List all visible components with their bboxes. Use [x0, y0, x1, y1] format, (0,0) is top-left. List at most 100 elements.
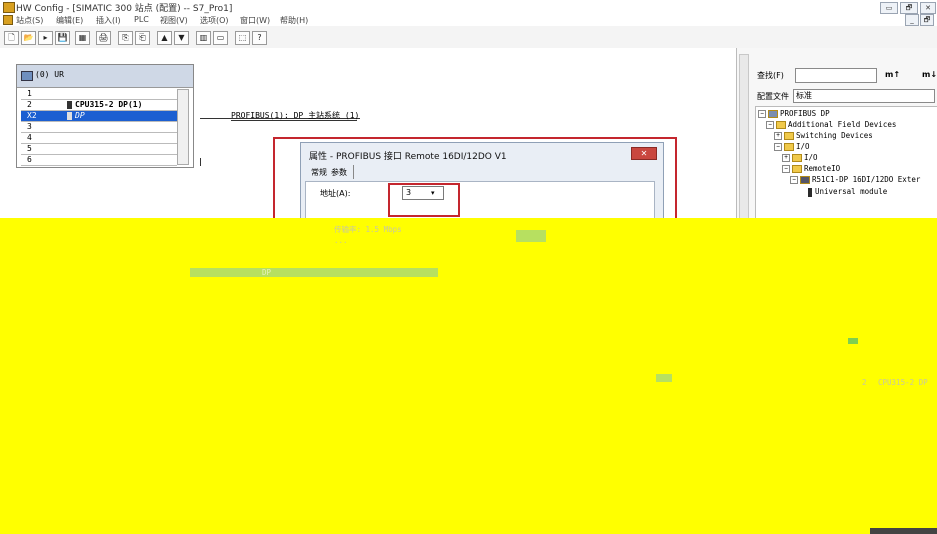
- rack-title: (0) UR: [35, 70, 64, 79]
- network-icon[interactable]: ▦: [75, 31, 90, 45]
- download-icon[interactable]: ▲: [157, 31, 172, 45]
- menu-plc[interactable]: PLC: [134, 15, 149, 24]
- help-icon[interactable]: ?: [252, 31, 267, 45]
- doc-icon: [3, 15, 13, 25]
- overlay-text: 传输率: 1.5 Mbps: [334, 225, 402, 234]
- copy-icon[interactable]: ⎘: [118, 31, 133, 45]
- upload-icon[interactable]: ▼: [174, 31, 189, 45]
- collapse-icon[interactable]: −: [766, 121, 774, 129]
- tree-node[interactable]: + Switching Devices: [774, 131, 873, 140]
- menu-station[interactable]: 站点(S): [16, 15, 43, 26]
- dp-module-icon: [67, 112, 72, 120]
- rack-scrollbar[interactable]: [177, 89, 189, 165]
- tree-node-label: I/O: [804, 153, 818, 162]
- tab-parameters[interactable]: 参数: [331, 167, 347, 178]
- menu-view[interactable]: 视图(V): [160, 15, 188, 26]
- menu-bar: 站点(S) 编辑(E) 插入(I) PLC 视图(V) 选项(O) 窗口(W) …: [0, 14, 937, 26]
- rack-icon[interactable]: ▥: [196, 31, 211, 45]
- menu-edit[interactable]: 编辑(E): [56, 15, 83, 26]
- station-scrollbar[interactable]: [739, 54, 749, 220]
- folder-icon: [784, 143, 794, 151]
- profibus-underline: [231, 120, 357, 121]
- overlay-arrow-icon: [848, 338, 858, 344]
- catalog-tree: − PROFIBUS DP − Additional Field Devices +…: [755, 106, 937, 220]
- doc-minimize-button[interactable]: _: [905, 14, 919, 26]
- menu-help[interactable]: 帮助(H): [280, 15, 308, 26]
- properties-dialog: 属性 - PROFIBUS 接口 Remote 16DI/12DO V1 ✕ 常…: [300, 142, 664, 221]
- doc-restore-button[interactable]: 🗗: [920, 14, 934, 26]
- slot-row[interactable]: 6: [21, 155, 177, 166]
- tree-node[interactable]: − RemoteIO: [782, 164, 840, 173]
- rack-header: (0) UR: [17, 65, 193, 88]
- menu-insert[interactable]: 插入(I): [96, 15, 121, 26]
- slot-number: X2: [27, 111, 37, 120]
- minimize-button[interactable]: ▭: [880, 2, 898, 14]
- corner-mark: [870, 528, 937, 534]
- menu-options[interactable]: 选项(O): [200, 15, 229, 26]
- tree-node-label: Universal module: [815, 187, 888, 196]
- find-next-button[interactable]: m↑: [885, 70, 900, 79]
- collapse-icon[interactable]: −: [782, 165, 790, 173]
- catalog-icon[interactable]: ⬚: [235, 31, 250, 45]
- new-icon[interactable]: 🗋: [4, 31, 19, 45]
- tree-node-label: PROFIBUS DP: [780, 109, 830, 118]
- folder-icon: [792, 165, 802, 173]
- slot-row[interactable]: 5: [21, 144, 177, 155]
- redaction-overlay: 传输率: 1.5 Mbps ... DP 2 CPU315-2 DP: [0, 218, 937, 534]
- network-icon: [768, 110, 778, 118]
- tree-node[interactable]: + I/O: [782, 153, 818, 162]
- open-icon[interactable]: 📂: [21, 31, 36, 45]
- tree-node[interactable]: − R51C1-DP 16DI/12DO Exter: [790, 175, 920, 184]
- dialog-title: 属性 - PROFIBUS 接口 Remote 16DI/12DO V1: [309, 152, 507, 162]
- restore-button[interactable]: 🗗: [900, 2, 918, 14]
- slot-number: 3: [27, 122, 32, 131]
- profile-value: 标准: [796, 91, 812, 100]
- tree-node-label: RemoteIO: [804, 164, 841, 173]
- dp-connector: [200, 158, 201, 166]
- tree-node[interactable]: Universal module: [808, 187, 887, 197]
- cpu-module-icon: [67, 101, 72, 109]
- window-icon[interactable]: ▭: [213, 31, 228, 45]
- dialog-tabs: 常规 参数: [305, 165, 659, 180]
- folder-icon: [784, 132, 794, 140]
- tree-node[interactable]: − Additional Field Devices: [766, 120, 896, 129]
- slot-number: 4: [27, 133, 32, 142]
- tab-general[interactable]: 常规: [311, 167, 327, 178]
- collapse-icon[interactable]: −: [774, 143, 782, 151]
- profile-select[interactable]: 标准: [793, 89, 935, 103]
- find-prev-button[interactable]: m↓: [922, 70, 937, 79]
- collapse-icon[interactable]: −: [758, 110, 766, 118]
- slot-number: 6: [27, 155, 32, 164]
- slot-number: 1: [27, 89, 32, 98]
- search-input[interactable]: [795, 68, 877, 83]
- tree-node-label: R51C1-DP 16DI/12DO Exter: [812, 175, 921, 184]
- overlay-text: ...: [334, 236, 348, 245]
- collapse-icon[interactable]: −: [790, 176, 798, 184]
- profile-label: 配置文件: [757, 92, 789, 101]
- slot-row[interactable]: 1: [21, 89, 177, 100]
- paste-icon[interactable]: ⎗: [135, 31, 150, 45]
- save-compile-icon[interactable]: ▸: [38, 31, 53, 45]
- tree-node[interactable]: − I/O: [774, 142, 810, 151]
- device-icon: [800, 176, 810, 184]
- slot-row[interactable]: 3: [21, 122, 177, 133]
- close-button[interactable]: ✕: [920, 2, 936, 14]
- slot-module: CPU315-2 DP(1): [75, 100, 143, 109]
- slot-number: 2: [27, 100, 32, 109]
- slot-row[interactable]: 2 CPU315-2 DP(1): [21, 100, 177, 111]
- expand-icon[interactable]: +: [774, 132, 782, 140]
- dialog-close-button[interactable]: ✕: [631, 147, 657, 160]
- slot-row-selected[interactable]: X2 DP: [21, 111, 177, 122]
- slot-row[interactable]: 4: [21, 133, 177, 144]
- overlay-text: DP: [262, 268, 272, 277]
- print-icon[interactable]: 🖨: [96, 31, 111, 45]
- tree-node[interactable]: − PROFIBUS DP: [758, 109, 830, 118]
- rack[interactable]: (0) UR 1 2 CPU315-2 DP(1) X2 DP 3 4 5 6: [16, 64, 194, 168]
- address-label: 地址(A):: [320, 189, 351, 198]
- tree-node-label: Additional Field Devices: [788, 120, 897, 129]
- dialog-body: 地址(A): 3 ▾: [305, 181, 655, 221]
- expand-icon[interactable]: +: [782, 154, 790, 162]
- save-icon[interactable]: 💾: [55, 31, 70, 45]
- menu-window[interactable]: 窗口(W): [240, 15, 270, 26]
- folder-icon: [776, 121, 786, 129]
